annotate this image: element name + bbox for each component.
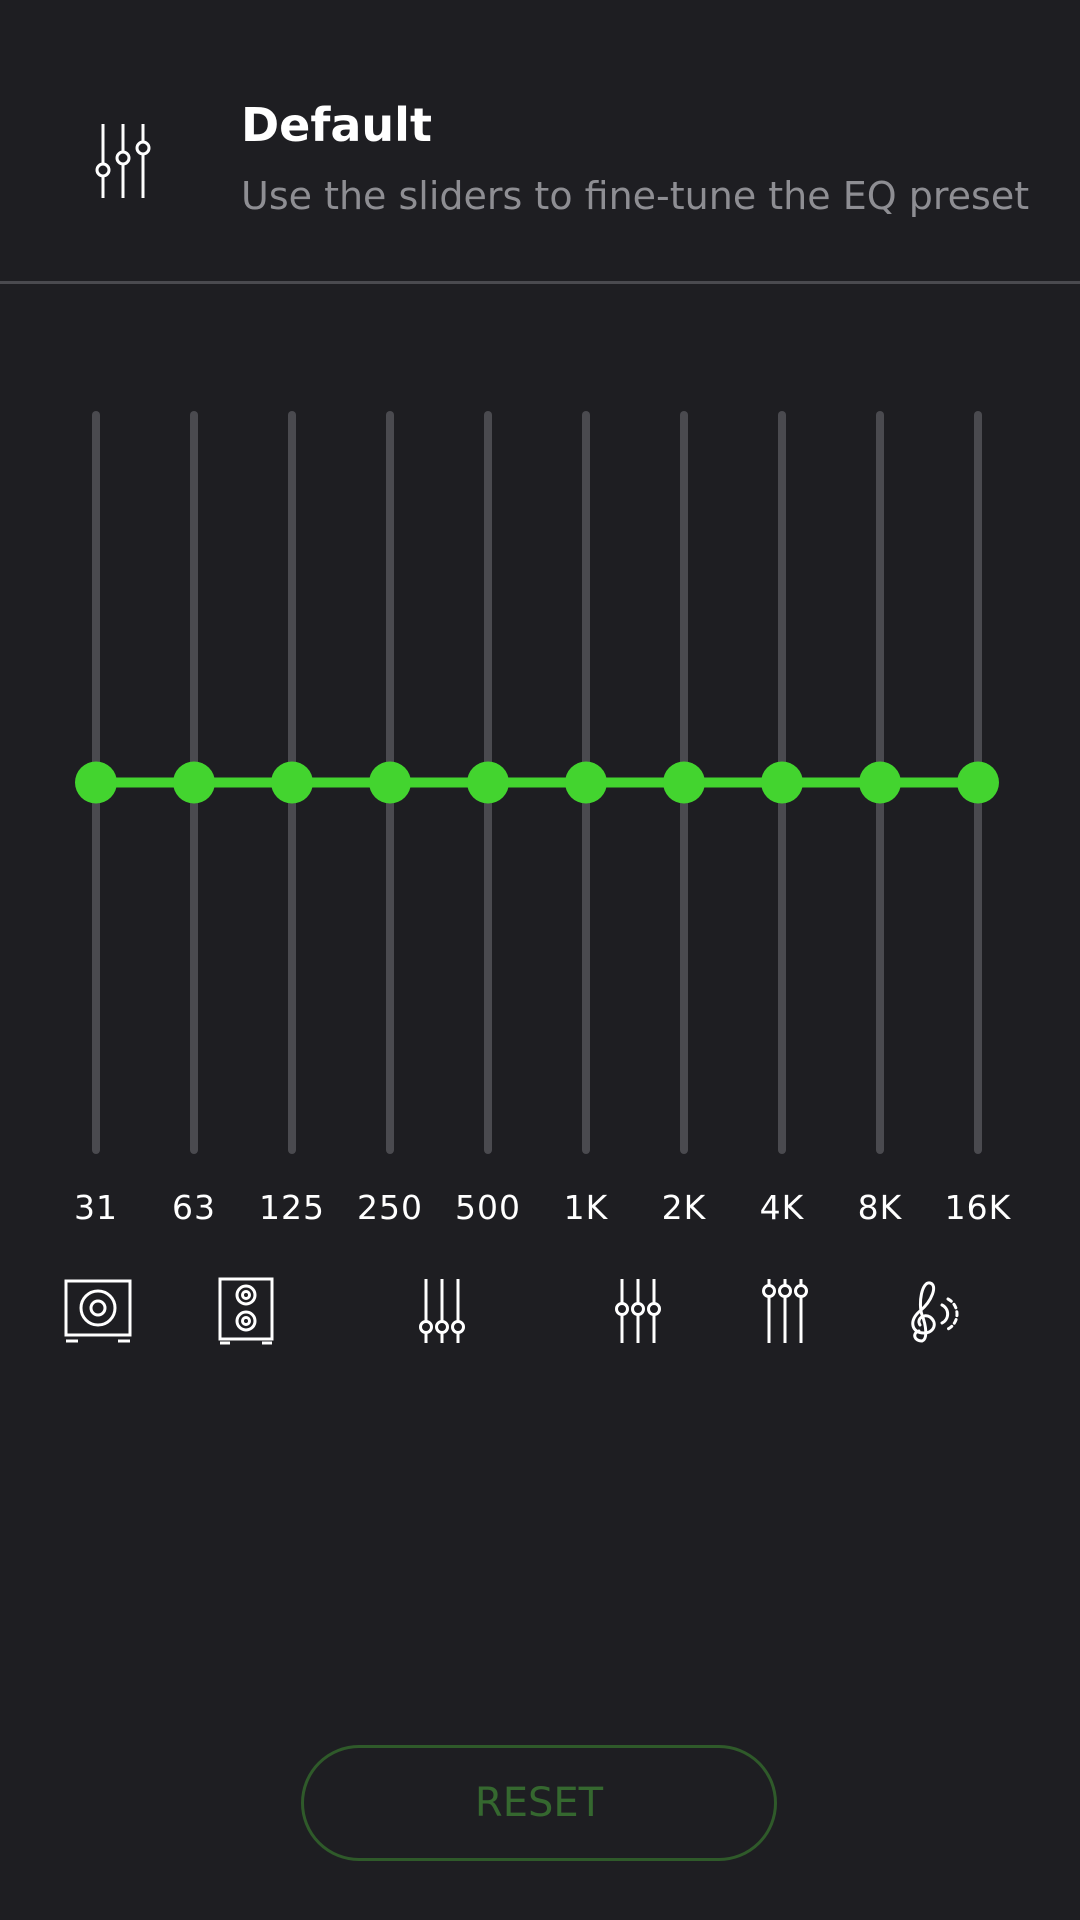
treble-clef-icon[interactable] (892, 1275, 968, 1347)
preset-description: Use the sliders to fine-tune the EQ pres… (241, 174, 1030, 218)
slider-thumb-16K[interactable] (957, 761, 999, 804)
band-label-500: 500 (455, 1188, 521, 1227)
reset-button[interactable]: RESET (301, 1745, 777, 1861)
slider-thumb-31[interactable] (75, 761, 117, 804)
equalizer-sliders-icon (95, 124, 151, 198)
preset-header: Default Use the sliders to fine-tune the… (0, 0, 1080, 282)
slider-thumb-500[interactable] (467, 761, 509, 804)
header-divider (0, 281, 1080, 284)
band-label-63: 63 (172, 1188, 216, 1227)
band-label-16K: 16K (944, 1188, 1012, 1227)
slider-thumb-125[interactable] (271, 761, 313, 804)
band-label-1K: 1K (563, 1188, 609, 1227)
slider-thumb-4K[interactable] (761, 761, 803, 804)
slider-thumb-8K[interactable] (859, 761, 901, 804)
slider-thumb-63[interactable] (173, 761, 215, 804)
speaker-cabinet-icon[interactable] (208, 1275, 284, 1347)
band-label-4K: 4K (759, 1188, 805, 1227)
equalizer-graph[interactable] (0, 380, 1080, 1180)
band-label-31: 31 (74, 1188, 118, 1227)
band-label-2K: 2K (661, 1188, 707, 1227)
slider-thumb-1K[interactable] (565, 761, 607, 804)
preset-title: Default (241, 98, 432, 152)
band-label-125: 125 (259, 1188, 325, 1227)
equalizer-high-icon[interactable] (747, 1275, 823, 1347)
equalizer-mid-icon[interactable] (600, 1275, 676, 1347)
slider-thumb-2K[interactable] (663, 761, 705, 804)
band-label-250: 250 (357, 1188, 423, 1227)
slider-thumb-250[interactable] (369, 761, 411, 804)
equalizer-low-icon[interactable] (404, 1275, 480, 1347)
band-label-8K: 8K (857, 1188, 903, 1227)
subwoofer-icon[interactable] (60, 1275, 136, 1347)
